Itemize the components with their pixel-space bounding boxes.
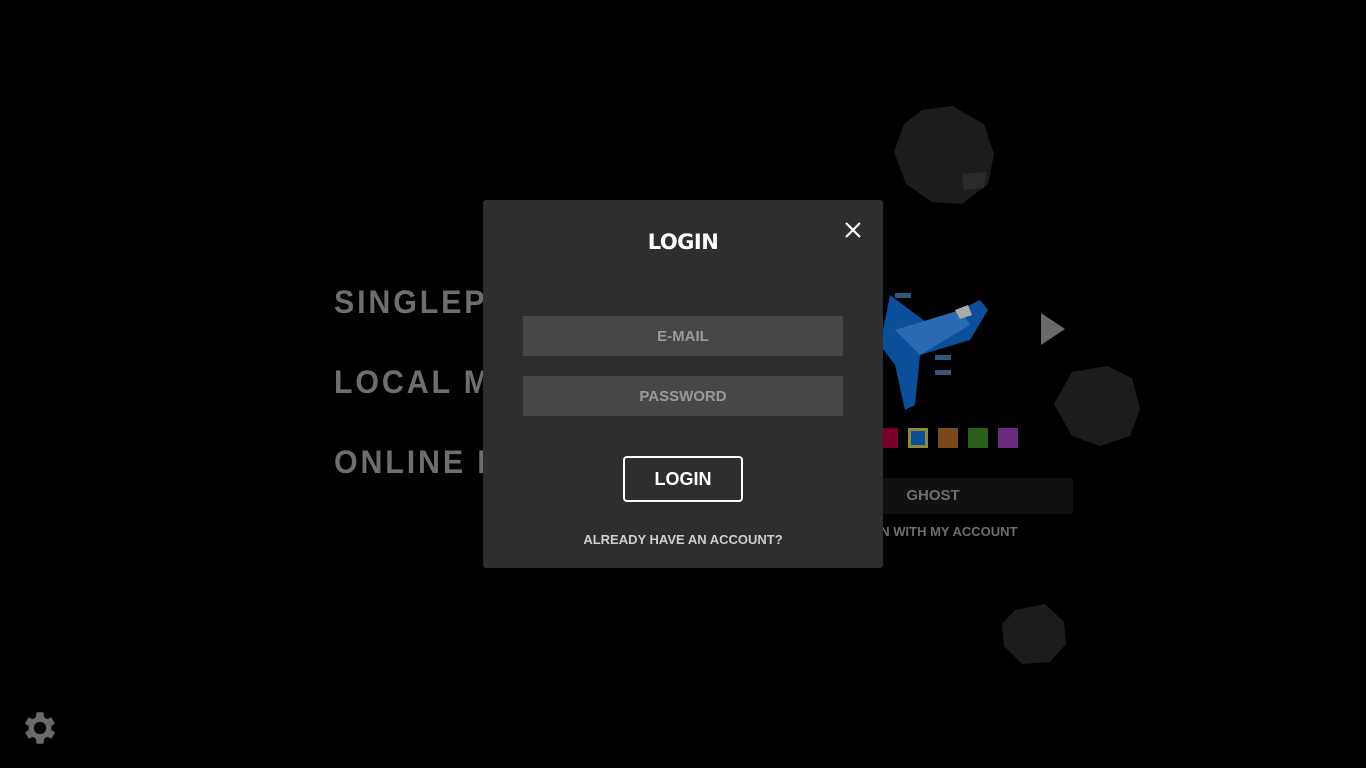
login-submit-button[interactable]: LOGIN [623,456,743,502]
email-input[interactable] [523,316,843,356]
asteroid-icon [1054,366,1140,446]
password-input[interactable] [523,376,843,416]
color-swatch-purple[interactable] [998,428,1018,448]
color-swatch-green[interactable] [968,428,988,448]
settings-gear-icon[interactable] [19,707,61,749]
modal-title: LOGIN [647,230,719,254]
login-modal: LOGIN LOGIN ALREADY HAVE AN ACCOUNT? [483,200,883,568]
asteroid-icon [894,106,994,204]
asteroid-icon [1002,604,1066,664]
next-ship-arrow-icon[interactable] [1041,313,1065,345]
player-name-value: GHOST [906,487,960,504]
color-swatch-brown[interactable] [938,428,958,448]
close-icon[interactable] [843,220,863,240]
already-have-account-link[interactable]: ALREADY HAVE AN ACCOUNT? [483,532,883,547]
color-swatch-blue-selected[interactable] [908,428,928,448]
